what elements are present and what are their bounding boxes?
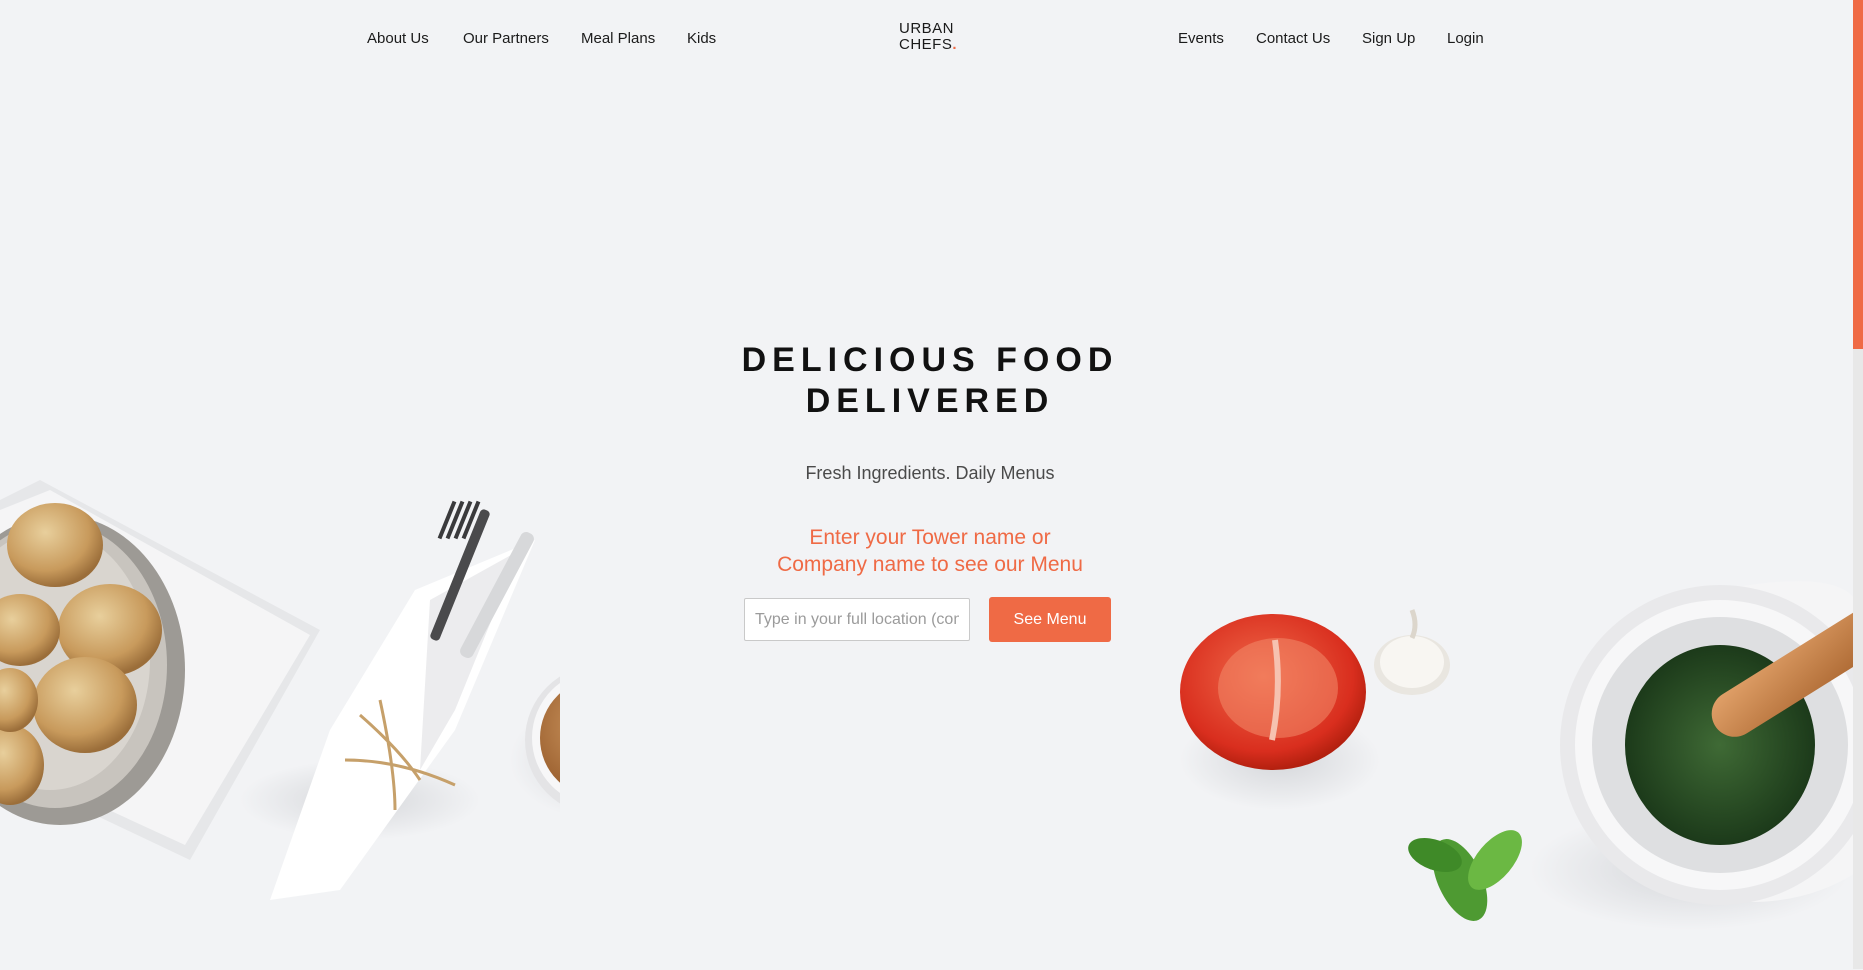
cta-prompt-line1: Enter your Tower name or [809,526,1051,549]
nav-events[interactable]: Events [1178,30,1224,47]
cta-prompt-line2: Company name to see our Menu [777,553,1083,576]
nav-sign-up[interactable]: Sign Up [1362,30,1415,47]
nav-our-partners[interactable]: Our Partners [463,30,549,47]
nav-meal-plans[interactable]: Meal Plans [581,30,655,47]
right-food-illustration [1180,581,1853,930]
left-food-illustration [0,480,560,900]
logo-line-chefs: CHEFS. [899,37,957,53]
nav-login[interactable]: Login [1447,30,1484,47]
fork-knife-image [240,500,535,900]
logo-line-urban: URBAN [899,20,955,37]
site-logo[interactable]: URBAN CHEFS. [899,21,957,53]
logo-dot: . [952,36,958,53]
hero-subtitle: Fresh Ingredients. Daily Menus [805,463,1055,483]
see-menu-button[interactable]: See Menu [989,597,1111,642]
page-scrollbar[interactable] [1853,0,1863,969]
cta-prompt: Enter your Tower name or Company name to… [640,524,1220,578]
mortar-pestle-image [1530,581,1853,930]
nav-contact-us[interactable]: Contact Us [1256,30,1330,47]
nav-about-us[interactable]: About Us [367,30,429,47]
location-search-input[interactable] [744,598,970,641]
hero-title-line1: DELICIOUS FOOD [741,341,1119,379]
honey-jar-image [510,676,560,814]
tomato-image [1180,614,1380,810]
nav-kids[interactable]: Kids [687,30,716,47]
logo-chefs-text: CHEFS [899,36,953,53]
garlic-image [1374,609,1450,695]
hero-title-line2: DELIVERED [805,382,1055,420]
hero-title: DELICIOUS FOOD DELIVERED [640,340,1220,422]
basil-image [1408,830,1522,921]
scrollbar-thumb[interactable] [1853,0,1863,349]
